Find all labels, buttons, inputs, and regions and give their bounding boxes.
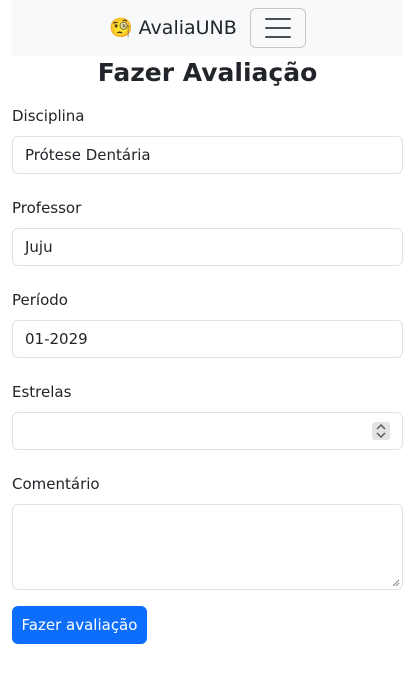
disciplina-field[interactable]: Prótese Dentária bbox=[12, 136, 403, 174]
professor-label: Professor bbox=[12, 199, 82, 217]
brand-label: AvaliaUNB bbox=[138, 17, 237, 39]
hamburger-menu-icon bbox=[265, 18, 291, 20]
monocle-face-icon: 🧐 bbox=[109, 16, 133, 39]
brand-link[interactable]: 🧐 AvaliaUNB bbox=[109, 16, 237, 40]
professor-field[interactable]: Juju bbox=[12, 228, 403, 266]
estrelas-label: Estrelas bbox=[12, 383, 72, 401]
comentario-textarea[interactable] bbox=[12, 504, 403, 590]
navbar-toggler-button[interactable] bbox=[250, 8, 306, 48]
number-spinner-icon[interactable] bbox=[372, 422, 390, 440]
hamburger-line bbox=[265, 36, 291, 38]
spinner-up-icon[interactable] bbox=[376, 424, 386, 430]
spinner-down-icon[interactable] bbox=[376, 432, 386, 438]
submit-review-button[interactable]: Fazer avaliação bbox=[12, 606, 147, 644]
professor-value: Juju bbox=[25, 238, 53, 256]
page-title: Fazer Avaliação bbox=[97, 58, 318, 87]
periodo-label: Período bbox=[12, 291, 68, 309]
periodo-value: 01-2029 bbox=[25, 330, 88, 348]
estrelas-number-input[interactable] bbox=[12, 412, 403, 450]
navbar: 🧐 AvaliaUNB bbox=[12, 0, 403, 56]
resize-grip-icon[interactable] bbox=[392, 579, 400, 587]
comentario-label: Comentário bbox=[12, 475, 100, 493]
hamburger-line bbox=[265, 27, 291, 29]
periodo-field[interactable]: 01-2029 bbox=[12, 320, 403, 358]
disciplina-label: Disciplina bbox=[12, 107, 85, 125]
disciplina-value: Prótese Dentária bbox=[25, 146, 151, 164]
